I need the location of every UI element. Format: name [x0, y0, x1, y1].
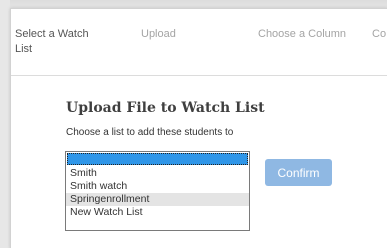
step-choose-column[interactable]: Choose a Column	[258, 27, 346, 42]
step-content: Upload File to Watch List Choose a list …	[11, 75, 387, 248]
step-confirm-truncated[interactable]: Co	[372, 27, 386, 42]
option-smith[interactable]: Smith	[66, 167, 249, 180]
upload-wizard-dialog: Select a Watch List Upload Choose a Colu…	[10, 8, 387, 248]
page: Select a Watch List Upload Choose a Colu…	[0, 0, 387, 248]
option-blank[interactable]	[67, 153, 248, 165]
option-springenrollment[interactable]: Springenrollment	[66, 193, 249, 206]
step-upload[interactable]: Upload	[141, 27, 176, 42]
panel-prompt: Choose a list to add these students to	[66, 127, 234, 138]
option-smith-watch[interactable]: Smith watch	[66, 180, 249, 193]
wizard-steps: Select a Watch List Upload Choose a Colu…	[11, 9, 387, 76]
confirm-button[interactable]: Confirm	[265, 159, 332, 186]
panel-title: Upload File to Watch List	[66, 100, 265, 116]
watch-list-select[interactable]: Smith Smith watch Springenrollment New W…	[65, 151, 250, 231]
step-select-watch-list[interactable]: Select a Watch List	[15, 27, 105, 57]
option-new-watch-list[interactable]: New Watch List	[66, 206, 249, 219]
